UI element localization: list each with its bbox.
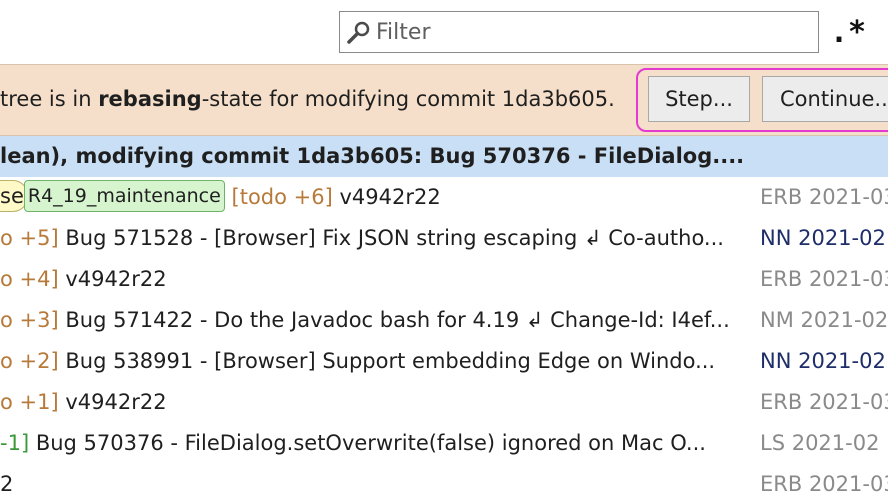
commit-message: Bug 538991 - [Browser] Support embedding…: [58, 349, 716, 373]
branch-tag-r4-19-maintenance: R4_19_maintenance: [23, 180, 225, 212]
regex-toggle-button[interactable]: .*: [828, 12, 868, 54]
commit-author-date: ERB 2021-03: [760, 185, 888, 209]
todo-ref: o +1]: [0, 390, 59, 414]
commit-author-date: ERB 2021-03: [760, 472, 888, 496]
commit-message-cell: se R4_19_maintenance [todo +6] v4942r22: [0, 177, 752, 218]
filter-field[interactable]: [339, 11, 819, 53]
todo-ref: o +2]: [0, 349, 59, 373]
commit-message: lean), modifying commit 1da3b605: Bug 57…: [0, 144, 745, 168]
commit-message-cell: o +1] v4942r22: [0, 382, 752, 423]
banner-message: tree is in rebasing-state for modifying …: [0, 87, 615, 111]
commit-message-cell: o +5] Bug 571528 - [Browser] Fix JSON st…: [0, 218, 752, 259]
commit-author-date: ERB 2021-03: [760, 390, 888, 414]
commit-row[interactable]: 2 ERB 2021-03: [0, 464, 888, 500]
commit-message: v4942r22: [58, 390, 167, 414]
commit-message: 2: [0, 472, 14, 496]
commit-row[interactable]: o +1] v4942r22 ERB 2021-03: [0, 382, 888, 423]
commit-author-date: NM 2021-02: [760, 308, 888, 332]
commit-message: Bug 570376 - FileDialog.setOverwrite(fal…: [29, 431, 706, 455]
filter-input[interactable]: [376, 16, 806, 48]
commit-author-date: NN 2021-02: [760, 226, 886, 250]
commit-message: Bug 571422 - Do the Javadoc bash for 4.1…: [58, 308, 730, 332]
banner-state-word: rebasing: [98, 87, 202, 111]
commit-row[interactable]: -1] Bug 570376 - FileDialog.setOverwrite…: [0, 423, 888, 464]
commit-author-date: ERB 2021-03: [760, 267, 888, 291]
commit-row[interactable]: o +2] Bug 538991 - [Browser] Support emb…: [0, 341, 888, 382]
commit-message: v4942r22: [58, 267, 167, 291]
rebase-banner: tree is in rebasing-state for modifying …: [0, 64, 888, 136]
commit-message-cell: o +4] v4942r22: [0, 259, 752, 300]
commit-message: Bug 571528 - [Browser] Fix JSON string e…: [58, 226, 724, 250]
filter-bar: .*: [0, 0, 888, 64]
banner-text-suffix: -state for modifying commit 1da3b605.: [201, 87, 615, 111]
commit-row[interactable]: se R4_19_maintenance [todo +6] v4942r22 E…: [0, 177, 888, 218]
commit-row[interactable]: o +5] Bug 571528 - [Browser] Fix JSON st…: [0, 218, 888, 259]
banner-text-prefix: tree is in: [0, 87, 99, 111]
todo-ref: [todo +6]: [231, 185, 333, 209]
step-button[interactable]: Step...: [648, 76, 750, 122]
commit-message-cell: -1] Bug 570376 - FileDialog.setOverwrite…: [0, 423, 752, 464]
todo-ref: o +3]: [0, 308, 59, 332]
commit-message-cell: o +2] Bug 538991 - [Browser] Support emb…: [0, 341, 752, 382]
commit-row[interactable]: o +3] Bug 571422 - Do the Javadoc bash f…: [0, 300, 888, 341]
commit-row[interactable]: o +4] v4942r22 ERB 2021-03: [0, 259, 888, 300]
todo-ref: o +4]: [0, 267, 59, 291]
commit-message: v4942r22: [332, 185, 441, 209]
commit-author-date: NN 2021-02: [760, 349, 886, 373]
search-icon: [346, 20, 372, 46]
commit-row-selected[interactable]: lean), modifying commit 1da3b605: Bug 57…: [0, 136, 888, 177]
commit-message-cell: o +3] Bug 571422 - Do the Javadoc bash f…: [0, 300, 752, 341]
commit-list: lean), modifying commit 1da3b605: Bug 57…: [0, 136, 888, 500]
commit-author-date: LS 2021-02: [760, 431, 880, 455]
todo-ref: -1]: [0, 431, 30, 455]
todo-ref: o +5]: [0, 226, 59, 250]
continue-button[interactable]: Continue...: [762, 76, 888, 122]
